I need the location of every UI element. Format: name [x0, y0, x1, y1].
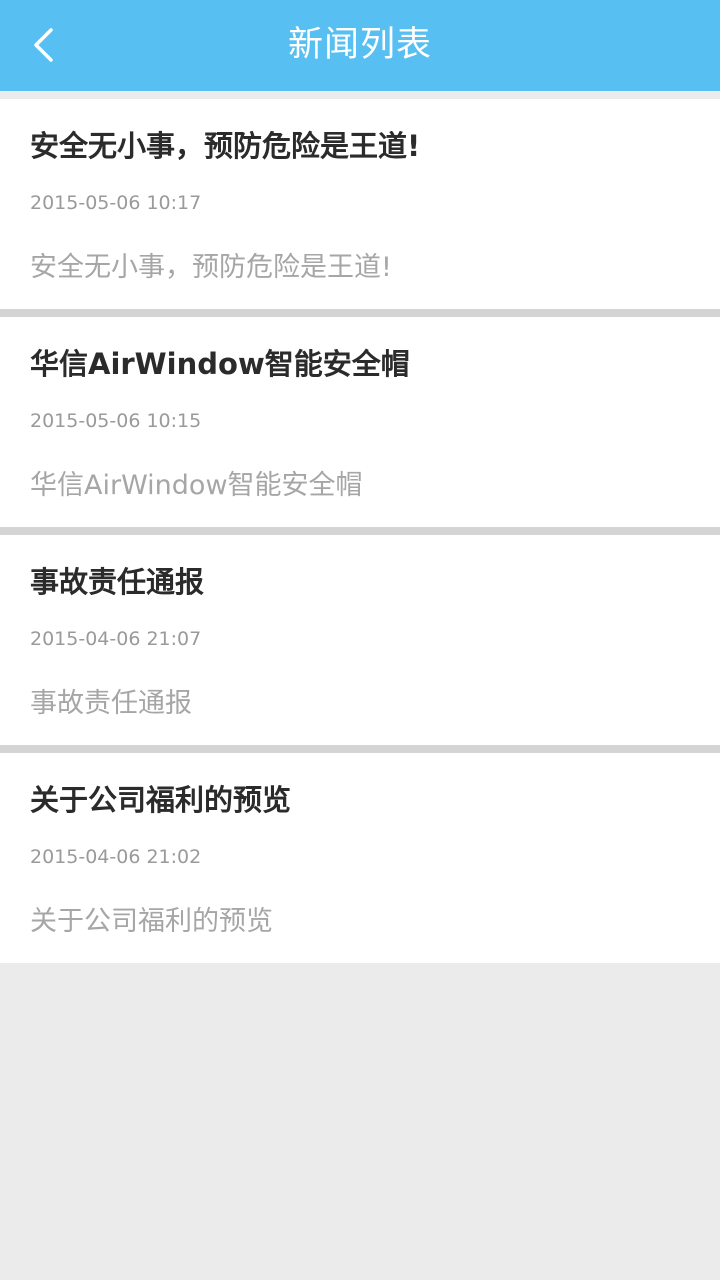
news-item[interactable]: 安全无小事，预防危险是王道! 2015-05-06 10:17 安全无小事，预防…	[0, 99, 720, 309]
news-summary: 关于公司福利的预览	[30, 906, 273, 937]
news-title: 华信AirWindow智能安全帽	[30, 347, 410, 381]
news-summary: 事故责任通报	[30, 688, 192, 719]
divider	[0, 527, 720, 535]
news-item[interactable]: 关于公司福利的预览 2015-04-06 21:02 关于公司福利的预览	[0, 753, 720, 963]
news-summary: 安全无小事，预防危险是王道!	[30, 252, 392, 283]
divider	[0, 745, 720, 753]
news-item[interactable]: 事故责任通报 2015-04-06 21:07 事故责任通报	[0, 535, 720, 745]
news-timestamp: 2015-04-06 21:02	[30, 846, 202, 868]
news-item[interactable]: 华信AirWindow智能安全帽 2015-05-06 10:15 华信AirW…	[0, 317, 720, 527]
news-timestamp: 2015-05-06 10:17	[30, 192, 202, 214]
news-timestamp: 2015-04-06 21:07	[30, 628, 202, 650]
news-summary: 华信AirWindow智能安全帽	[30, 470, 363, 501]
news-title: 关于公司福利的预览	[30, 783, 292, 817]
news-list: 安全无小事，预防危险是王道! 2015-05-06 10:17 安全无小事，预防…	[0, 99, 720, 963]
news-title: 事故责任通报	[30, 565, 205, 599]
top-bar: 新闻列表	[0, 0, 720, 91]
news-title: 安全无小事，预防危险是王道!	[30, 129, 421, 163]
divider	[0, 309, 720, 317]
page-title: 新闻列表	[287, 25, 432, 65]
chevron-left-icon	[34, 28, 53, 62]
back-button[interactable]	[18, 18, 68, 72]
news-timestamp: 2015-05-06 10:15	[30, 410, 202, 432]
